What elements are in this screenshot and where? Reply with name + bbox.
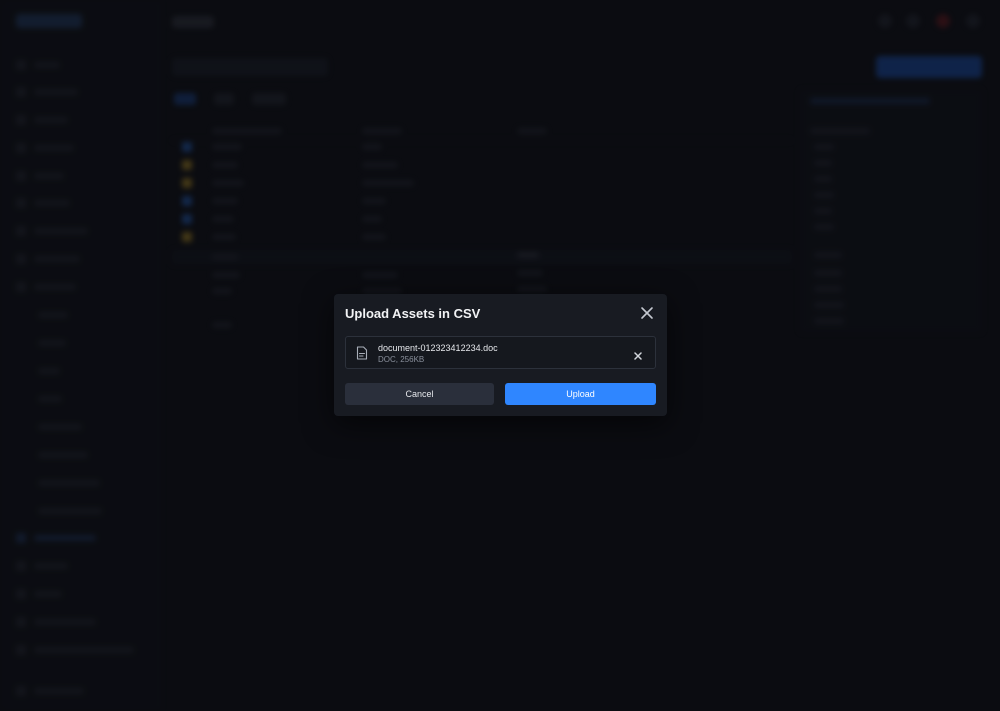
file-meta: DOC, 256KB: [378, 355, 425, 364]
selected-file-card: document-012323412234.doc DOC, 256KB: [345, 336, 656, 369]
remove-file-icon[interactable]: [633, 348, 643, 360]
close-icon[interactable]: [639, 305, 655, 321]
file-icon: [356, 346, 368, 360]
file-name: document-012323412234.doc: [378, 343, 498, 353]
upload-assets-modal: Upload Assets in CSV document-0123234122…: [334, 294, 667, 416]
modal-title: Upload Assets in CSV: [345, 306, 481, 321]
upload-button[interactable]: Upload: [505, 383, 656, 405]
cancel-button[interactable]: Cancel: [345, 383, 494, 405]
